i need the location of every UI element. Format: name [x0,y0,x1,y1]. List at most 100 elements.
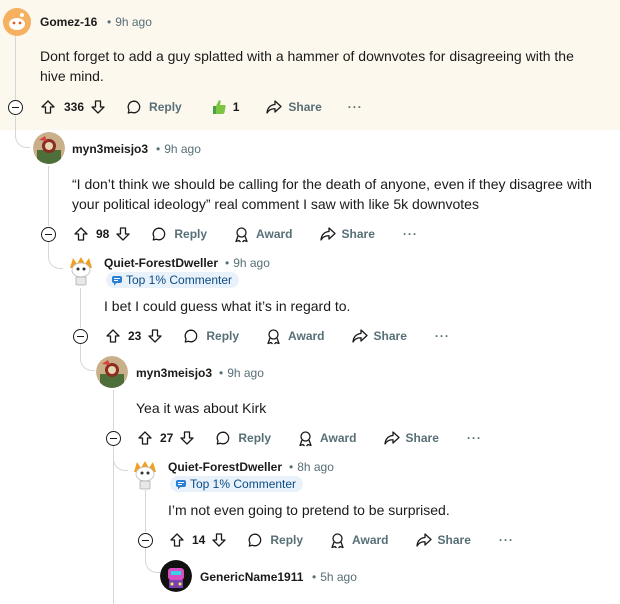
badge-label: Top 1% Commenter [126,273,233,287]
award-label: Award [256,227,293,241]
thread-connector [80,354,95,371]
comment-bubble-icon [127,100,141,114]
share-button[interactable]: Share [415,532,471,548]
comment-bubble-icon [216,431,230,445]
vote-count: 98 [96,227,110,241]
top-commenter-badge: Top 1% Commenter [106,272,240,288]
timestamp[interactable]: • 9h ago [107,15,152,29]
reply-button[interactable]: Reply [126,99,182,115]
avatar[interactable] [33,132,65,164]
avatar[interactable] [129,458,161,490]
more-options-button[interactable]: ··· [467,431,482,445]
timestamp[interactable]: • 8h ago [289,460,334,474]
reply-button[interactable]: Reply [247,532,303,548]
timestamp[interactable]: • 9h ago [225,256,270,270]
avatar[interactable] [3,8,31,36]
award-count: 1 [232,100,240,114]
share-arrow-icon [383,431,400,445]
arrow-up-icon [106,329,120,343]
snoo-avatar-icon [65,254,97,286]
award-button[interactable]: 1 [210,98,240,116]
reply-label: Reply [174,227,208,241]
reply-button[interactable]: Reply [215,430,271,446]
arrow-down-icon [148,329,163,343]
time-text: 9h ago [164,142,201,156]
share-button[interactable]: Share [351,328,407,344]
separator-dot: • [107,15,112,29]
more-options-button[interactable]: ··· [348,100,363,114]
thread-line [145,490,146,532]
thread-line [15,36,16,100]
share-label: Share [405,431,439,445]
arrow-down-icon [180,431,195,445]
award-button[interactable]: Award [329,532,389,549]
share-button[interactable]: Share [319,226,375,242]
thread-line [48,166,49,226]
upvote-button[interactable] [105,328,121,344]
snoo-avatar-icon [3,8,31,36]
collapse-button[interactable] [138,533,153,548]
comment-body: Dont forget to add a guy splatted with a… [40,48,574,84]
comment-body: I’m not even going to pretend to be surp… [168,502,450,518]
more-options-button[interactable]: ··· [435,329,450,343]
upvote-button[interactable] [137,430,153,446]
badge-label: Top 1% Commenter [190,477,297,491]
more-options-button[interactable]: ··· [499,533,514,547]
time-text: 9h ago [233,256,270,270]
timestamp[interactable]: • 9h ago [219,366,264,380]
avatar[interactable] [96,356,128,388]
username[interactable]: myn3meisjo3 [72,142,148,156]
award-button[interactable]: Award [297,430,357,447]
comment-actions: 27 Reply Award Share ··· [137,427,482,449]
upvote-button[interactable] [40,99,56,115]
award-icon [331,532,344,548]
upvote-button[interactable] [73,226,89,242]
share-arrow-icon [351,329,368,343]
snoo-avatar-icon [129,458,161,490]
avatar[interactable] [160,560,192,592]
username[interactable]: Quiet-ForestDweller [168,460,282,474]
username[interactable]: Gomez-16 [40,15,97,29]
share-label: Share [341,227,375,241]
award-icon [299,430,312,446]
share-button[interactable]: Share [383,430,439,446]
vote-count: 336 [64,100,85,114]
share-label: Share [373,329,407,343]
award-button[interactable]: Award [233,226,293,243]
timestamp[interactable]: • 9h ago [156,142,201,156]
comment-actions: 98 Reply Award Share ··· [73,223,418,245]
username[interactable]: Quiet-ForestDweller [104,256,218,270]
downvote-button[interactable] [211,532,227,548]
award-button[interactable]: Award [265,328,325,345]
top-commenter-badge: Top 1% Commenter [170,476,304,492]
downvote-button[interactable] [179,430,195,446]
separator-dot: • [312,570,317,584]
username[interactable]: myn3meisjo3 [136,366,212,380]
share-label: Share [288,100,322,114]
arrow-up-icon [41,100,55,114]
time-text: 8h ago [297,460,334,474]
username[interactable]: GenericName1911 [200,570,303,584]
share-arrow-icon [319,227,336,241]
reply-button[interactable]: Reply [151,226,207,242]
comment-body: “I don’t think we should be calling for … [72,174,612,214]
upvote-button[interactable] [169,532,185,548]
separator-dot: • [219,366,224,380]
vote-count: 23 [128,329,142,343]
downvote-button[interactable] [90,99,106,115]
more-options-button[interactable]: ··· [403,227,418,241]
share-button[interactable]: Share [265,99,322,115]
reply-button[interactable]: Reply [183,328,239,344]
collapse-button[interactable] [106,431,121,446]
vote-count: 14 [192,533,206,547]
arrow-up-icon [170,533,184,547]
arrow-down-icon [212,533,227,547]
thread-line [113,390,114,430]
timestamp[interactable]: • 5h ago [312,570,357,584]
collapse-button[interactable] [73,329,88,344]
avatar[interactable] [65,254,97,286]
collapse-button[interactable] [41,227,56,242]
downvote-button[interactable] [115,226,131,242]
collapse-button[interactable] [8,100,23,115]
downvote-button[interactable] [147,328,163,344]
